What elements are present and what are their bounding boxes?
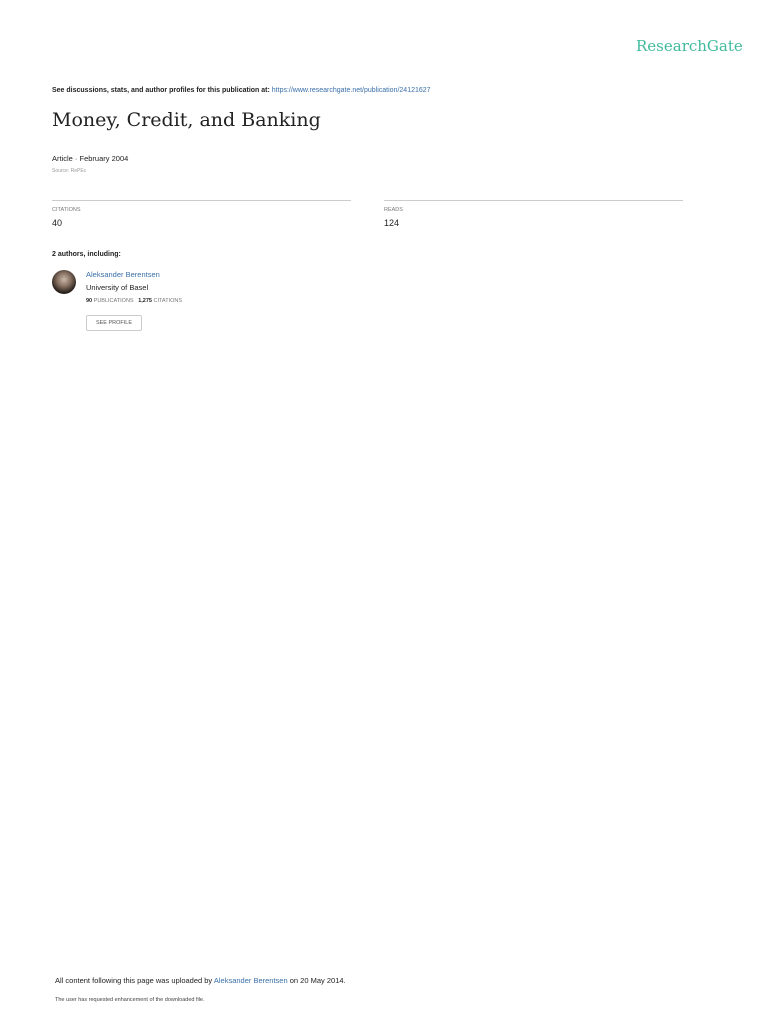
author-name-link[interactable]: Aleksander Berentsen (86, 270, 160, 279)
enhancement-note: The user has requested enhancement of th… (55, 997, 205, 1003)
researchgate-logo[interactable]: ResearchGate (636, 37, 743, 55)
page-title: Money, Credit, and Banking (52, 109, 321, 131)
divider (384, 200, 683, 201)
upload-notice: All content following this page was uplo… (55, 976, 346, 985)
uploader-link[interactable]: Aleksander Berentsen (214, 976, 288, 985)
publications-count: 90 (86, 298, 93, 304)
author-citations-label: CITATIONS (153, 298, 183, 304)
discussion-header: See discussions, stats, and author profi… (52, 87, 431, 94)
avatar[interactable] (52, 270, 76, 294)
divider (52, 200, 351, 201)
publications-label: PUBLICATIONS (93, 298, 134, 304)
header-text: See discussions, stats, and author profi… (52, 87, 270, 94)
citations-value: 40 (52, 218, 63, 228)
citations-count: 1,275 (138, 298, 152, 304)
source: Source: RePEc (52, 168, 87, 174)
author-institution: University of Basel (86, 283, 149, 292)
authors-heading: 2 authors, including: (52, 251, 121, 258)
reads-label: READS (384, 207, 403, 213)
see-profile-button[interactable]: SEE PROFILE (86, 315, 142, 331)
citations-label: CITATIONS (52, 207, 81, 213)
reads-value: 124 (384, 218, 400, 228)
upload-suffix: on 20 May 2014. (289, 976, 346, 985)
publication-link[interactable]: https://www.researchgate.net/publication… (272, 87, 431, 94)
upload-prefix: All content following this page was uplo… (55, 976, 213, 985)
author-stats: 90 PUBLICATIONS 1,275 CITATIONS (86, 298, 182, 304)
article-meta: Article · February 2004 (52, 154, 129, 163)
